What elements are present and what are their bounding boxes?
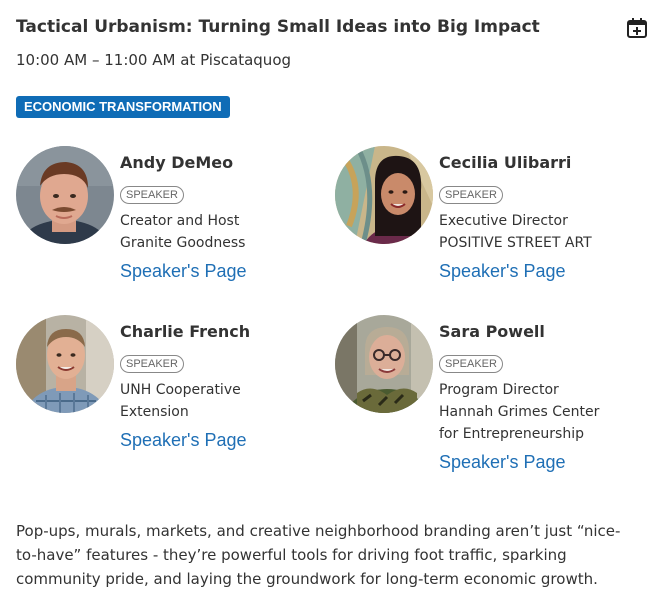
speaker-title: Executive Director: [439, 213, 568, 229]
speaker-page-link[interactable]: Speaker's Page: [439, 261, 566, 282]
speaker-organization: POSITIVE STREET ART: [439, 235, 592, 251]
session-location: Piscataquog: [200, 51, 292, 69]
speaker-name[interactable]: Andy DeMeo: [120, 153, 233, 172]
speaker-title: Creator and Host: [120, 213, 240, 229]
speaker-title: Program Director: [439, 382, 559, 398]
location-prefix: at: [180, 51, 196, 69]
avatar: [16, 146, 114, 244]
speaker-role-badge: SPEAKER: [439, 186, 503, 204]
session-time: 10:00 AM – 11:00 AM: [16, 51, 176, 69]
speaker-organization: Granite Goodness: [120, 235, 246, 251]
speaker-name[interactable]: Charlie French: [120, 322, 250, 341]
speaker-organization: Hannah Grimes Center: [439, 404, 600, 420]
speaker-name[interactable]: Cecilia Ulibarri: [439, 153, 571, 172]
speaker-name[interactable]: Sara Powell: [439, 322, 545, 341]
speaker-role-badge: SPEAKER: [439, 355, 503, 373]
avatar: [335, 146, 433, 244]
avatar: [16, 315, 114, 413]
avatar: [335, 315, 433, 413]
track-tag[interactable]: ECONOMIC TRANSFORMATION: [16, 96, 230, 118]
speaker-role-badge: SPEAKER: [120, 186, 184, 204]
calendar-plus-icon[interactable]: [626, 17, 648, 39]
speaker-page-link[interactable]: Speaker's Page: [120, 261, 247, 282]
speaker-title: UNH Cooperative: [120, 382, 241, 398]
speaker-role-badge: SPEAKER: [120, 355, 184, 373]
speaker-page-link[interactable]: Speaker's Page: [120, 430, 247, 451]
speaker-organization-continued: for Entrepreneurship: [439, 426, 584, 442]
session-title: Tactical Urbanism: Turning Small Ideas i…: [16, 17, 540, 37]
speaker-organization: Extension: [120, 404, 189, 420]
session-description: Pop-ups, murals, markets, and creative n…: [16, 522, 621, 588]
session-time-location: 10:00 AM – 11:00 AM at Piscataquog: [16, 51, 291, 69]
speaker-page-link[interactable]: Speaker's Page: [439, 452, 566, 473]
